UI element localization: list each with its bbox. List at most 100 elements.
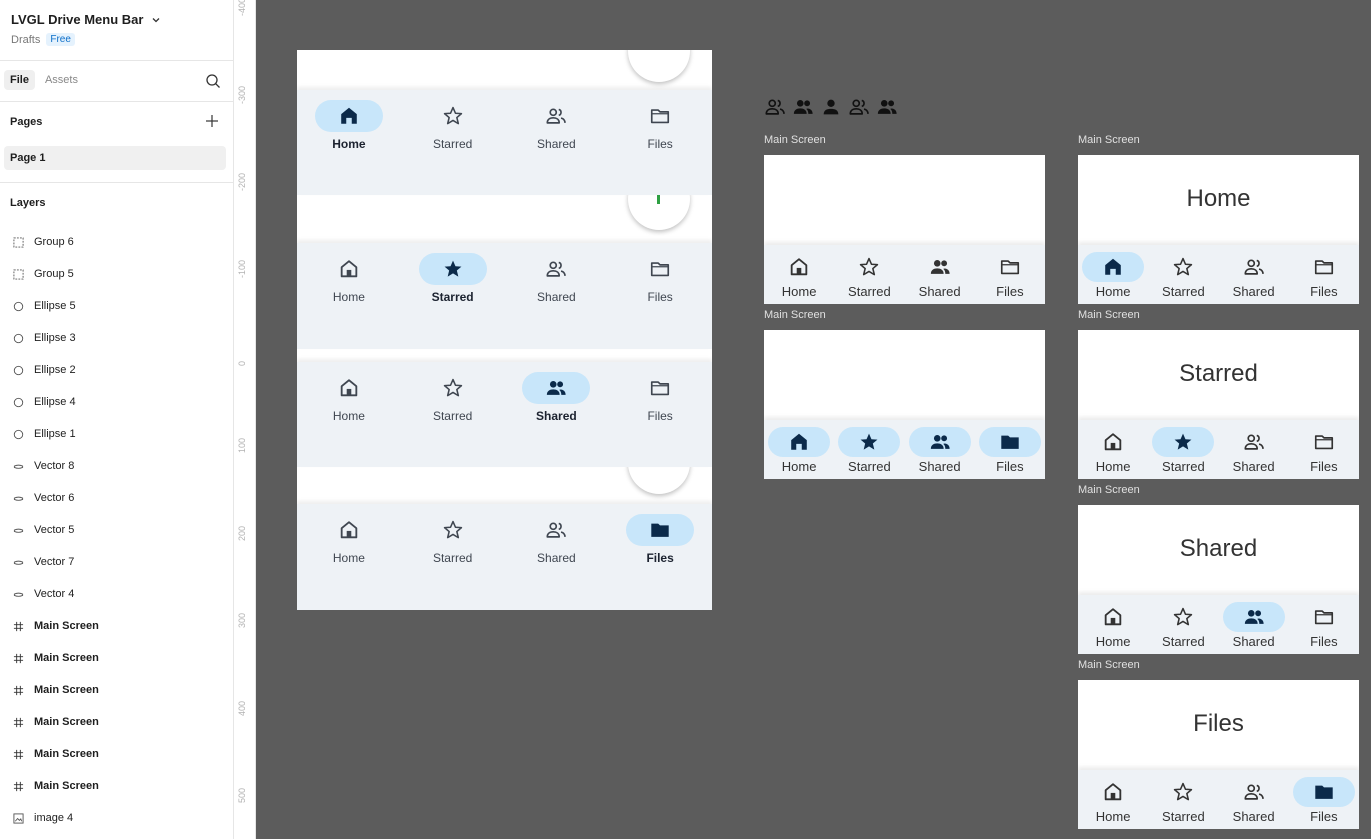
layer-item[interactable]: Main Screen: [0, 706, 234, 738]
nav-item-home[interactable]: Home: [1081, 427, 1145, 479]
nav-item-home[interactable]: Home: [1081, 777, 1145, 829]
nav-item-files[interactable]: Files: [620, 372, 700, 423]
layer-item[interactable]: image 4: [0, 802, 234, 834]
layer-item[interactable]: Vector 4: [0, 578, 234, 610]
nav-item-starred[interactable]: Starred: [413, 253, 493, 304]
nav-item-shared[interactable]: Shared: [1222, 252, 1286, 304]
nav-item-home[interactable]: Home: [767, 252, 831, 304]
layer-item[interactable]: Main Screen: [0, 770, 234, 802]
navigation-bar: Home Starred Shared Files: [297, 90, 712, 195]
chevron-down-icon[interactable]: [151, 15, 161, 25]
person-icon: [820, 96, 842, 123]
frame-label[interactable]: Main Screen: [1078, 484, 1140, 496]
nav-item-shared[interactable]: Shared: [516, 253, 596, 304]
main-screen-frame[interactable]: Home Starred Shared Files: [764, 330, 1045, 479]
nav-item-shared[interactable]: Shared: [1222, 602, 1286, 654]
nav-indicator: [1223, 777, 1285, 807]
nav-item-shared[interactable]: Shared: [516, 372, 596, 423]
add-page-icon[interactable]: [205, 114, 219, 128]
nav-item-starred[interactable]: Starred: [413, 372, 493, 423]
floating-action-button[interactable]: [628, 50, 690, 82]
nav-indicator: [1223, 252, 1285, 282]
main-screen-frame[interactable]: Starred Home Starred Shared Files: [1078, 330, 1359, 479]
nav-item-home[interactable]: Home: [309, 100, 389, 151]
search-icon[interactable]: [205, 73, 221, 89]
frame-layer-icon: [12, 620, 24, 632]
layer-item[interactable]: Ellipse 1: [0, 418, 234, 450]
frame-layer-icon: [12, 716, 24, 728]
nav-item-files[interactable]: Files: [620, 253, 700, 304]
layer-item[interactable]: Main Screen: [0, 642, 234, 674]
layer-name: Group 6: [34, 236, 74, 248]
main-screen-frame[interactable]: Home Home Starred Shared Files: [1078, 155, 1359, 304]
layer-item[interactable]: Main Screen: [0, 738, 234, 770]
file-location: Drafts Free: [11, 33, 75, 46]
layer-item[interactable]: Main Screen: [0, 674, 234, 706]
nav-indicator: [768, 252, 830, 282]
frame-label[interactable]: Main Screen: [764, 309, 826, 321]
nav-item-files[interactable]: Files: [1292, 777, 1356, 829]
nav-item-home[interactable]: Home: [309, 372, 389, 423]
star-icon: [442, 258, 464, 280]
tab-file[interactable]: File: [4, 70, 35, 90]
main-screen-frame[interactable]: Files Home Starred Shared Files: [1078, 680, 1359, 829]
nav-item-files[interactable]: Files: [1292, 427, 1356, 479]
layer-item[interactable]: Group 5: [0, 258, 234, 290]
frame-label[interactable]: Main Screen: [1078, 659, 1140, 671]
page-item[interactable]: Page 1: [4, 146, 226, 170]
layer-item[interactable]: Group 6: [0, 226, 234, 258]
layer-item[interactable]: Vector 6: [0, 482, 234, 514]
nav-item-starred[interactable]: Starred: [1151, 427, 1215, 479]
tab-assets[interactable]: Assets: [39, 70, 84, 90]
menu-bar-frame[interactable]: Home Starred Shared Files Home Starred Shared F…: [297, 50, 712, 610]
nav-item-starred[interactable]: Starred: [837, 427, 901, 479]
nav-item-home[interactable]: Home: [767, 427, 831, 479]
shared-icon: [1243, 256, 1265, 278]
nav-item-starred[interactable]: Starred: [1151, 252, 1215, 304]
main-screen-frame[interactable]: Home Starred Shared Files: [764, 155, 1045, 304]
layer-item[interactable]: Ellipse 2: [0, 354, 234, 386]
frame-label[interactable]: Main Screen: [1078, 309, 1140, 321]
nav-item-shared[interactable]: Shared: [908, 427, 972, 479]
nav-indicator: [979, 252, 1041, 282]
nav-item-files[interactable]: Files: [620, 514, 700, 565]
nav-item-home[interactable]: Home: [309, 514, 389, 565]
layer-item[interactable]: Vector 5: [0, 514, 234, 546]
layer-item[interactable]: Ellipse 4: [0, 386, 234, 418]
screen-heading: Starred: [1179, 360, 1258, 387]
ellipse-layer-icon: [12, 396, 24, 408]
folder-icon: [999, 256, 1021, 278]
nav-item-files[interactable]: Files: [1292, 252, 1356, 304]
frame-label[interactable]: Main Screen: [1078, 134, 1140, 146]
nav-item-starred[interactable]: Starred: [1151, 777, 1215, 829]
layer-item[interactable]: Vector 8: [0, 450, 234, 482]
nav-item-starred[interactable]: Starred: [413, 514, 493, 565]
nav-item-starred[interactable]: Starred: [837, 252, 901, 304]
drafts-label[interactable]: Drafts: [11, 34, 40, 46]
nav-item-starred[interactable]: Starred: [413, 100, 493, 151]
nav-item-files[interactable]: Files: [1292, 602, 1356, 654]
file-title[interactable]: LVGL Drive Menu Bar: [11, 12, 161, 27]
layer-item[interactable]: Vector 7: [0, 546, 234, 578]
nav-item-files[interactable]: Files: [978, 427, 1042, 479]
nav-item-shared[interactable]: Shared: [1222, 777, 1286, 829]
nav-item-shared[interactable]: Shared: [1222, 427, 1286, 479]
frame-label[interactable]: Main Screen: [764, 134, 826, 146]
star-icon: [442, 377, 464, 399]
layer-item[interactable]: Main Screen: [0, 610, 234, 642]
nav-item-shared[interactable]: Shared: [908, 252, 972, 304]
main-screen-frame[interactable]: Shared Home Starred Shared Files: [1078, 505, 1359, 654]
layer-item[interactable]: Ellipse 3: [0, 322, 234, 354]
nav-item-home[interactable]: Home: [309, 253, 389, 304]
nav-item-files[interactable]: Files: [978, 252, 1042, 304]
nav-item-shared[interactable]: Shared: [516, 100, 596, 151]
nav-item-shared[interactable]: Shared: [516, 514, 596, 565]
folder-icon: [1313, 606, 1335, 628]
nav-label: Starred: [432, 137, 473, 151]
nav-item-home[interactable]: Home: [1081, 252, 1145, 304]
nav-item-starred[interactable]: Starred: [1151, 602, 1215, 654]
nav-item-files[interactable]: Files: [620, 100, 700, 151]
nav-item-home[interactable]: Home: [1081, 602, 1145, 654]
layer-item[interactable]: Ellipse 5: [0, 290, 234, 322]
frame-layer-icon: [12, 748, 24, 760]
